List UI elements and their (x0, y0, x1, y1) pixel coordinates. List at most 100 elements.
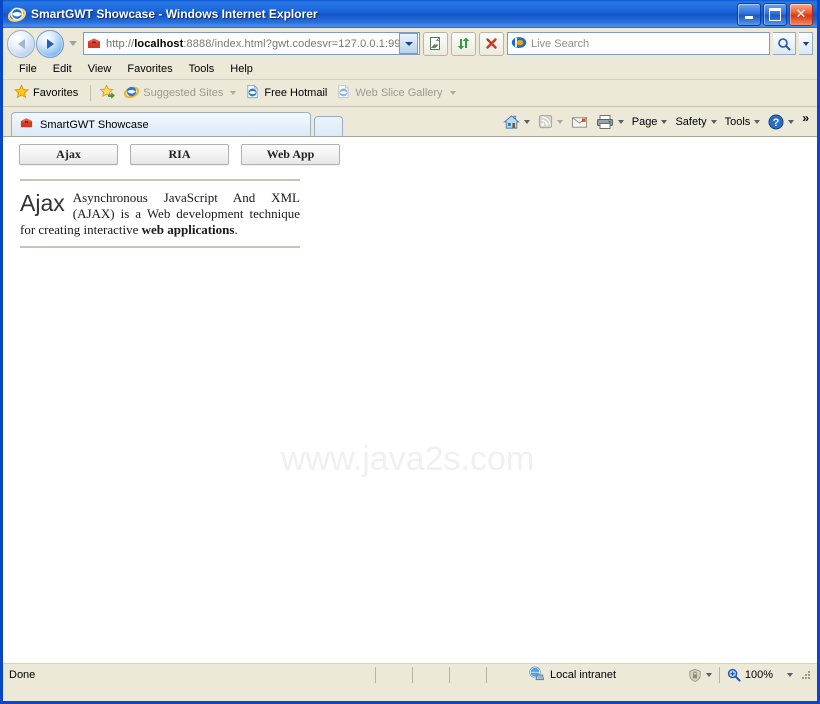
safety-menu-button[interactable]: Safety (671, 116, 720, 128)
minimize-button[interactable] (737, 2, 761, 26)
status-message: Done (9, 669, 36, 681)
protected-mode-icon (689, 668, 701, 682)
forward-button[interactable] (36, 29, 64, 58)
chevron-down-icon[interactable] (710, 119, 717, 124)
address-bar[interactable]: http://localhost:8888/index.html?gwt.cod… (83, 32, 420, 55)
home-button[interactable] (499, 114, 534, 130)
tab-content-panel: Ajax Asynchronous JavaScript And XML (AJA… (20, 179, 300, 248)
menu-item-help[interactable]: Help (222, 62, 261, 76)
favorites-item-web-slice-gallery[interactable]: Web Slice Gallery (333, 83, 461, 103)
menu-item-edit[interactable]: Edit (45, 62, 80, 76)
search-placeholder: Live Search (531, 37, 590, 50)
chevron-down-icon[interactable] (449, 91, 456, 95)
internet-explorer-icon (7, 5, 27, 23)
page-menu-label: Page (631, 115, 658, 128)
read-mail-button[interactable] (567, 115, 592, 129)
chevron-down-icon[interactable] (617, 119, 624, 124)
zoom-magnifier-icon (727, 668, 741, 682)
protected-mode-indicator[interactable] (687, 668, 712, 683)
watermark-text: www.java2s.com (281, 440, 535, 478)
add-to-favorites-bar-button[interactable] (97, 83, 121, 103)
help-button[interactable]: ? (764, 114, 798, 130)
ie-document-icon (245, 84, 260, 102)
chevron-down-icon[interactable] (787, 673, 793, 677)
content-bottom-divider (20, 246, 300, 248)
url-scheme: http:// (106, 37, 135, 50)
menu-item-favorites[interactable]: Favorites (119, 62, 180, 76)
favorites-bar: Favorites Suggested Sites Free Hotmail W… (3, 80, 817, 107)
chevron-down-icon[interactable] (754, 119, 761, 124)
tab-favicon-icon (19, 116, 34, 133)
address-toolbar: http://localhost:8888/index.html?gwt.cod… (3, 28, 817, 59)
search-input[interactable]: Live Search (507, 32, 770, 55)
favorites-item-label: Free Hotmail (264, 87, 328, 99)
favorites-item-suggested-sites[interactable]: Suggested Sites (121, 83, 242, 103)
zoom-control[interactable]: 100% (727, 668, 793, 682)
close-button[interactable]: ✕ (789, 2, 813, 26)
recent-pages-dropdown-icon[interactable] (69, 41, 77, 46)
printer-icon (596, 114, 613, 129)
favorites-label: Favorites (33, 87, 79, 99)
window-controls: ✕ (737, 2, 815, 26)
content-paragraph: Ajax Asynchronous JavaScript And XML (AJA… (20, 190, 300, 238)
tab-ria[interactable]: RIA (130, 144, 229, 165)
home-icon (503, 114, 520, 129)
chevron-down-icon[interactable] (661, 119, 668, 124)
site-favicon-icon (86, 36, 102, 51)
print-button[interactable] (592, 114, 628, 130)
content-text-bold: web applications (141, 222, 235, 237)
chevron-down-icon[interactable] (705, 673, 712, 677)
address-url-text: http://localhost:8888/index.html?gwt.cod… (106, 38, 399, 50)
resize-grip[interactable] (801, 670, 811, 680)
star-add-icon (99, 84, 116, 102)
favorites-center-button[interactable]: Favorites (11, 83, 84, 103)
bing-logo-icon (511, 35, 527, 53)
intranet-globe-icon (528, 666, 545, 684)
search-options-dropdown[interactable] (799, 32, 813, 55)
command-bar-overflow-button[interactable]: » (798, 111, 813, 133)
tools-menu-button[interactable]: Tools (721, 116, 765, 128)
page-menu-button[interactable]: Page (628, 116, 672, 128)
chevron-down-icon[interactable] (523, 119, 530, 124)
security-zone-label: Local intranet (550, 669, 617, 681)
search-go-button[interactable] (773, 32, 796, 55)
help-question-icon: ? (768, 114, 784, 129)
tools-menu-label: Tools (724, 115, 751, 128)
status-separators (375, 667, 523, 683)
command-bar: Page Safety Tools ? » (499, 107, 813, 136)
feeds-button[interactable] (534, 114, 567, 129)
ie-document-icon (336, 84, 351, 102)
status-bar: Done Local intranet 100% (3, 663, 817, 686)
tab-web-app[interactable]: Web App (241, 144, 340, 165)
security-zone-indicator[interactable]: Local intranet (528, 666, 616, 684)
rss-feed-icon (538, 114, 552, 129)
new-tab-button[interactable] (314, 116, 343, 136)
address-dropdown-button[interactable] (399, 33, 418, 54)
tab-ajax[interactable]: Ajax (19, 144, 118, 165)
favorites-item-free-hotmail[interactable]: Free Hotmail (242, 83, 333, 103)
maximize-button[interactable] (763, 2, 787, 26)
compatibility-view-button[interactable] (423, 31, 448, 56)
chevron-down-icon[interactable] (556, 119, 563, 124)
menu-item-tools[interactable]: Tools (181, 62, 223, 76)
menu-item-file[interactable]: File (11, 62, 45, 76)
refresh-button[interactable] (451, 31, 476, 56)
back-button[interactable] (7, 29, 35, 58)
url-host: localhost (134, 37, 184, 50)
zoom-level-label: 100% (744, 669, 773, 681)
browser-tab-smartgwt-showcase[interactable]: SmartGWT Showcase (11, 112, 311, 136)
star-icon (14, 84, 29, 102)
window-title: SmartGWT Showcase - Windows Internet Exp… (31, 7, 318, 21)
content-body: Ajax Asynchronous JavaScript And XML (AJA… (20, 181, 300, 246)
showcase-tab-group: Ajax RIA Web App (19, 144, 340, 165)
title-bar: SmartGWT Showcase - Windows Internet Exp… (3, 0, 817, 28)
status-separator (718, 667, 720, 683)
chevron-down-icon[interactable] (788, 119, 795, 124)
page-content: Ajax RIA Web App Ajax Asynchronous JavaSc… (3, 137, 817, 663)
chevron-down-icon[interactable] (230, 91, 237, 95)
svg-text:?: ? (773, 117, 780, 129)
tab-bar: SmartGWT Showcase Page Safety Tools ? » (3, 107, 817, 137)
stop-button[interactable] (479, 31, 504, 56)
menu-item-view[interactable]: View (80, 62, 120, 76)
browser-window: SmartGWT Showcase - Windows Internet Exp… (0, 0, 820, 704)
